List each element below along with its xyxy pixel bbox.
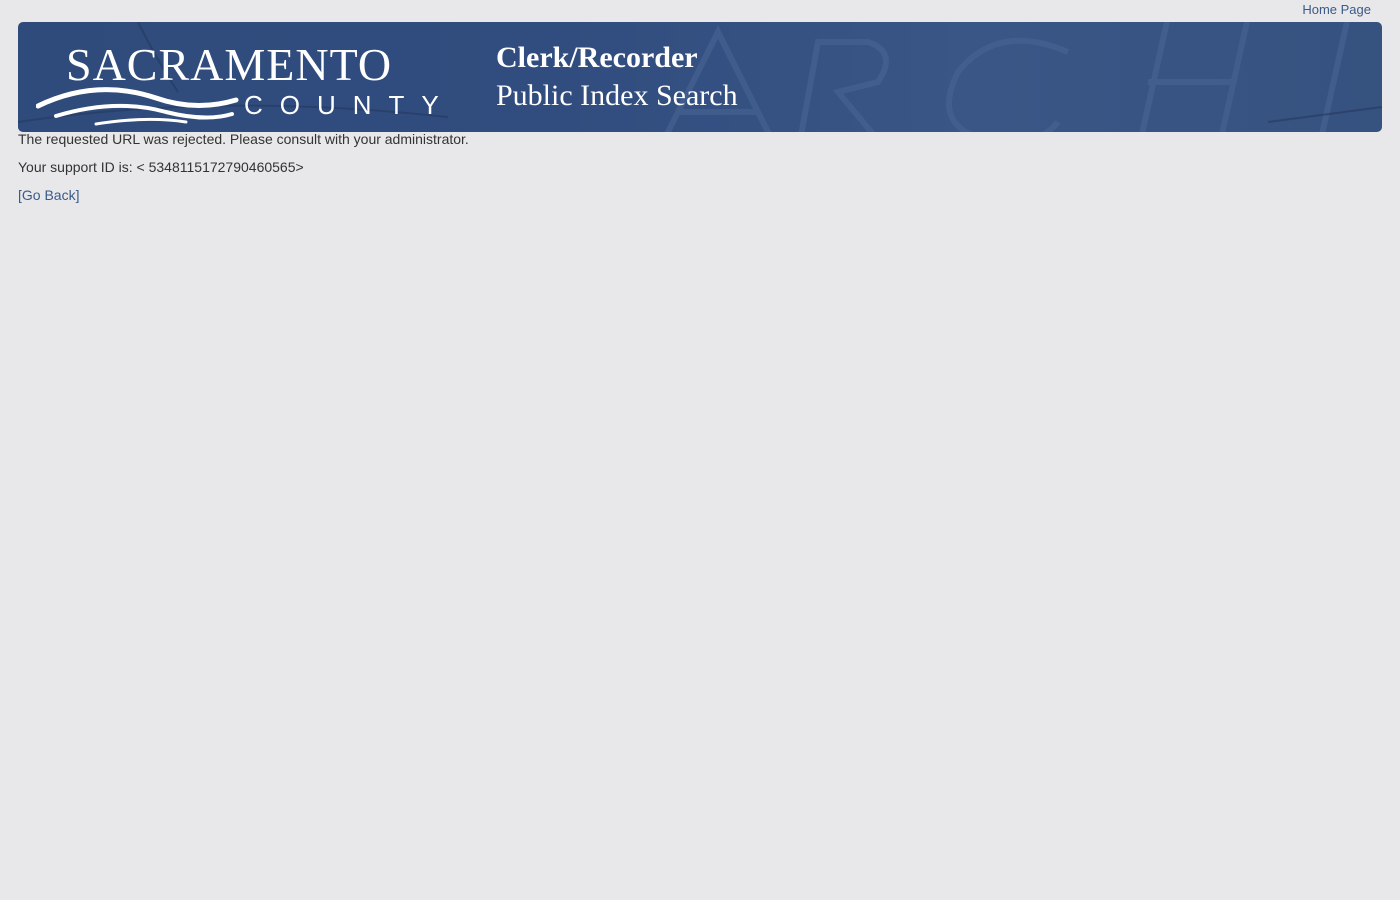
app-title-public-index-search: Public Index Search — [496, 79, 738, 112]
go-back-link[interactable]: [Go Back] — [18, 187, 79, 203]
header-banner: SACRAMENTO COUNTY Clerk/Recorder Public … — [18, 22, 1382, 132]
app-title: Clerk/Recorder Public Index Search — [496, 40, 738, 116]
error-message-panel: The requested URL was rejected. Please c… — [18, 131, 469, 215]
sacramento-county-logo: SACRAMENTO COUNTY — [36, 39, 456, 126]
logo-river-swoosh-icon — [36, 87, 239, 126]
logo-text-county: COUNTY — [244, 90, 456, 120]
app-title-clerk-recorder: Clerk/Recorder — [496, 41, 698, 74]
support-id-text: Your support ID is: < 534811517279046056… — [18, 159, 304, 175]
logo-text-sacramento: SACRAMENTO — [66, 39, 392, 90]
top-navigation: Home Page — [1302, 2, 1371, 17]
home-page-link[interactable]: Home Page — [1302, 2, 1371, 17]
rejected-message: The requested URL was rejected. Please c… — [18, 131, 469, 147]
